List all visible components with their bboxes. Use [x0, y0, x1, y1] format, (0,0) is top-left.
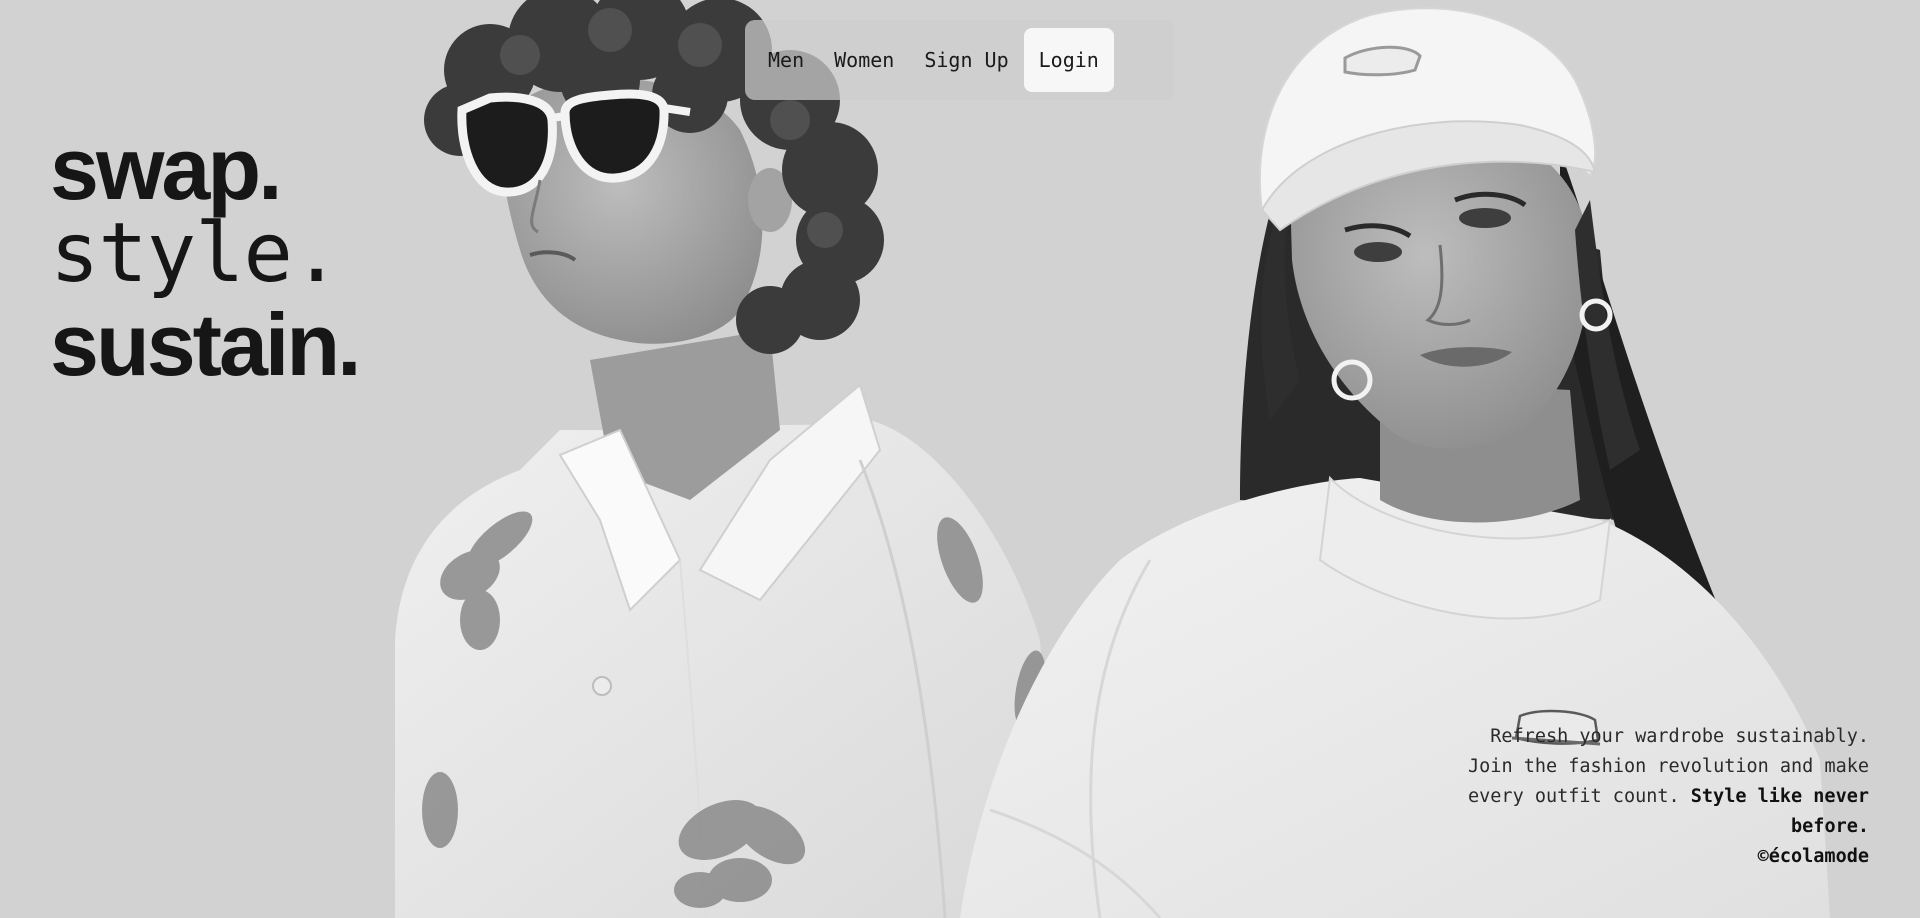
- headline-line-style: style.: [50, 206, 341, 301]
- nav-item-women[interactable]: Women: [819, 28, 909, 92]
- hero-section: swap. style. sustain. Men Women Sign Up …: [0, 0, 1920, 918]
- nav-item-login[interactable]: Login: [1023, 28, 1114, 92]
- tagline: Refresh your wardrobe sustainably. Join …: [1449, 722, 1869, 872]
- male-model-figure: [395, 0, 1060, 918]
- tagline-emphasis: Style like never before.: [1690, 786, 1869, 837]
- headline-line-sustain: sustain.: [50, 295, 362, 394]
- nav-item-men[interactable]: Men: [753, 28, 819, 92]
- nav-item-sign-up[interactable]: Sign Up: [909, 28, 1023, 92]
- brand-copyright: ©écolamode: [1757, 846, 1869, 867]
- headline-line-swap: swap.: [50, 119, 283, 218]
- hero-headline: swap. style. sustain.: [50, 119, 362, 394]
- main-nav: Men Women Sign Up Login: [745, 20, 1174, 100]
